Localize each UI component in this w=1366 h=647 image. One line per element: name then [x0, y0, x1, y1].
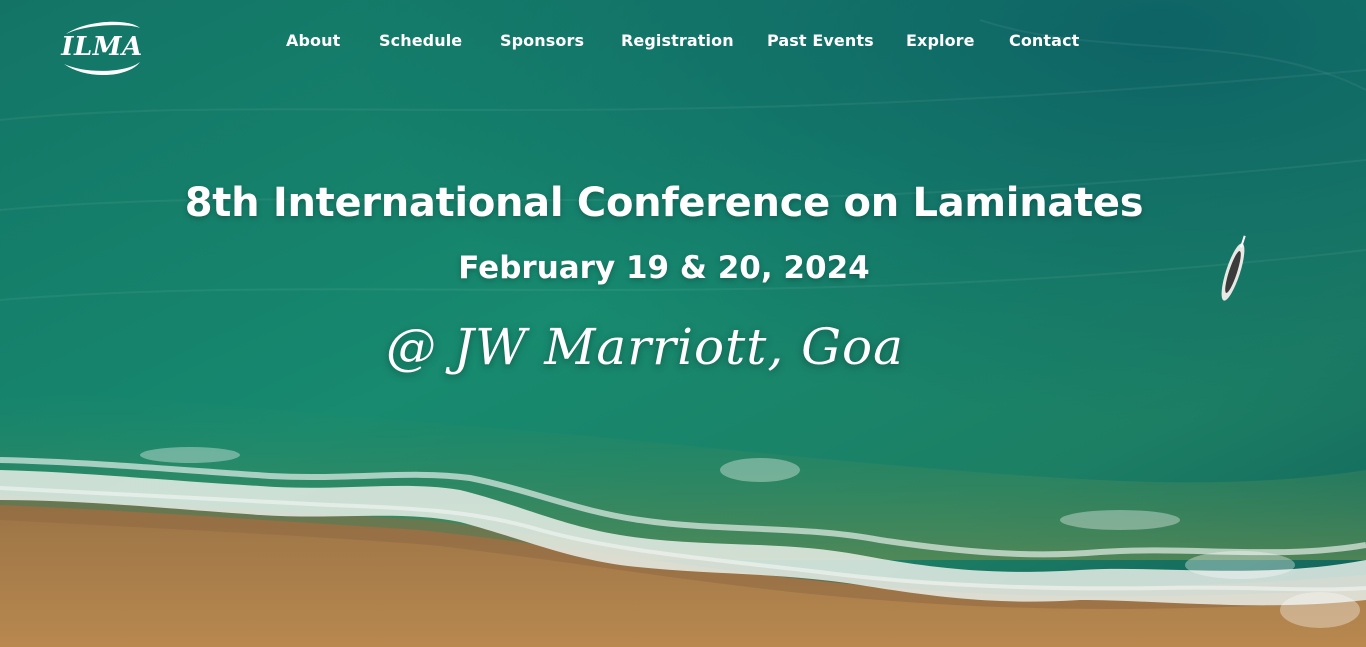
site-header: ILMA About Schedule Sponsors Registratio… — [0, 0, 1366, 84]
nav-about[interactable]: About — [286, 31, 340, 50]
hero-date: February 19 & 20, 2024 — [458, 250, 870, 286]
hero-venue: @ JW Marriott, Goa — [386, 318, 904, 376]
nav-sponsors[interactable]: Sponsors — [500, 31, 584, 50]
nav-explore[interactable]: Explore — [906, 31, 975, 50]
main-nav: About Schedule Sponsors Registration Pas… — [0, 31, 1366, 55]
nav-past-events[interactable]: Past Events — [767, 31, 874, 50]
nav-registration[interactable]: Registration — [621, 31, 734, 50]
nav-schedule[interactable]: Schedule — [379, 31, 462, 50]
nav-contact[interactable]: Contact — [1009, 31, 1079, 50]
hero-title: 8th International Conference on Laminate… — [184, 180, 1144, 226]
